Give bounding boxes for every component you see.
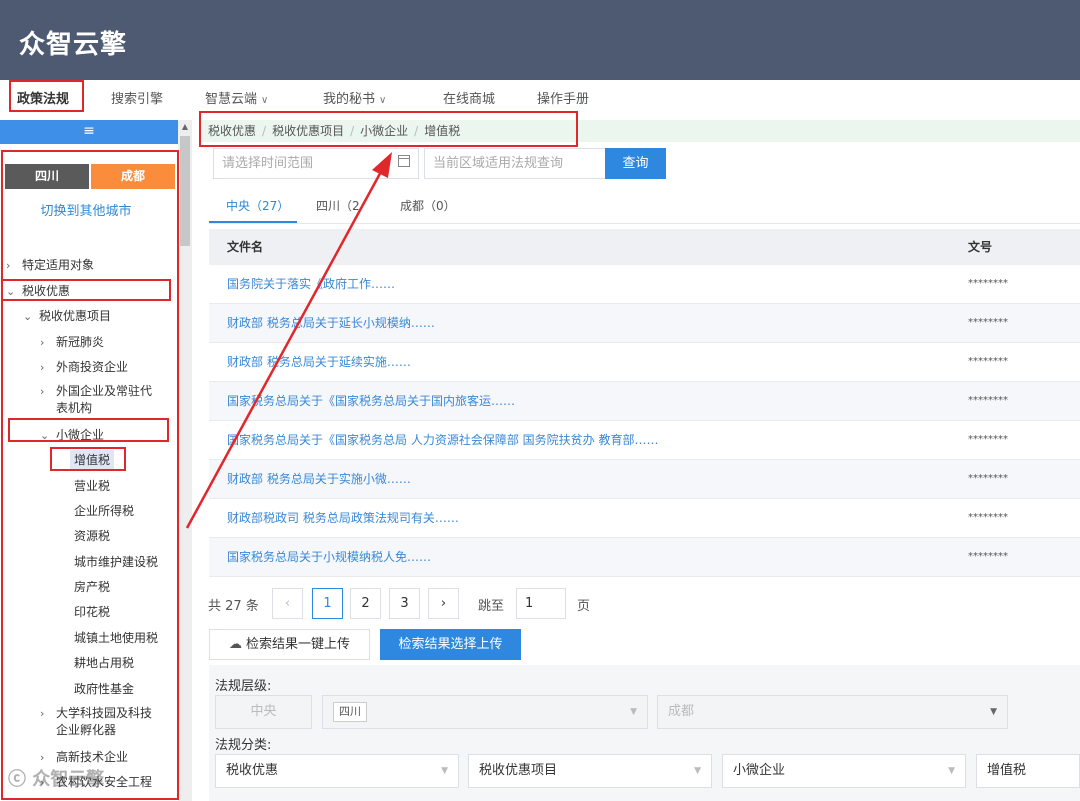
watermark-icon: ⓒ [8,769,33,790]
annotation-arrow [185,152,392,529]
watermark: ⓒ 众智云擎 [8,765,104,791]
watermark-text: 众智云擎 [32,769,105,790]
